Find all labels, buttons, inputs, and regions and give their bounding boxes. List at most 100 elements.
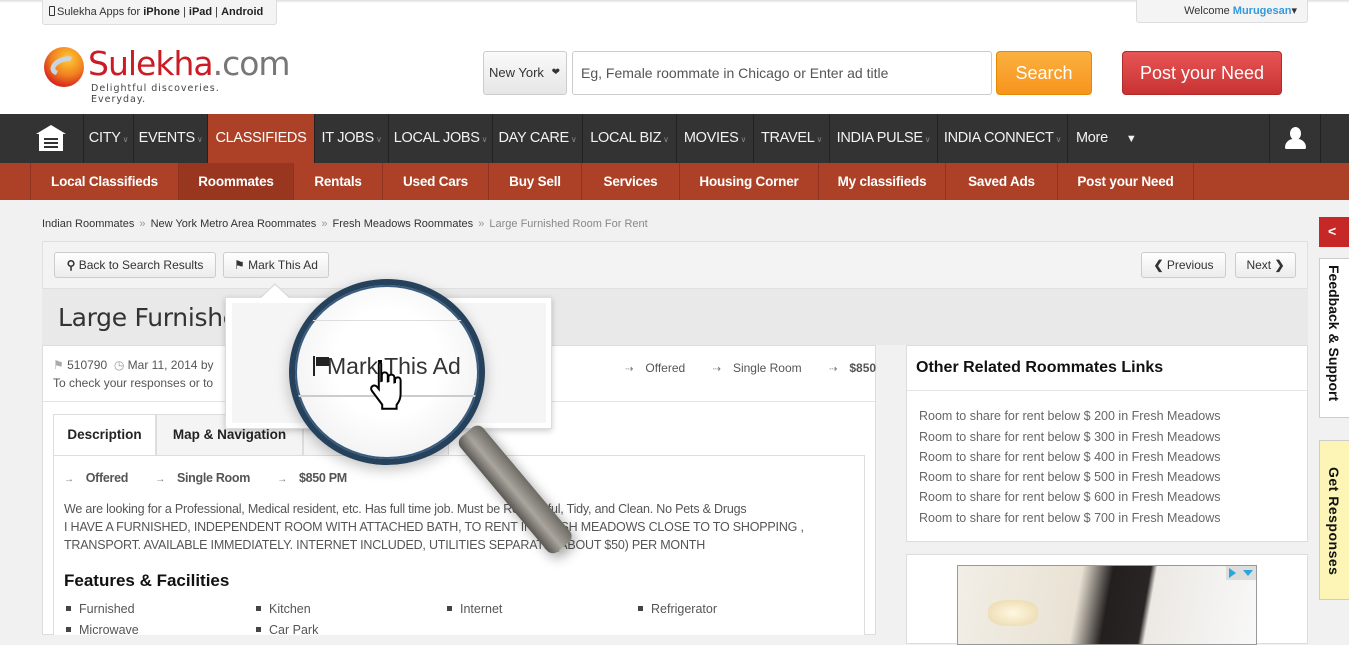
subnav-housing-corner[interactable]: Housing Corner	[679, 163, 818, 200]
bullet-icon	[447, 606, 452, 611]
nav-item-local-biz[interactable]: LOCAL BIZ ∨	[583, 114, 677, 163]
chevron-left-icon: ❮	[1153, 258, 1164, 272]
logo-mark-icon	[44, 47, 84, 87]
subnav-post-your-need[interactable]: Post your Need	[1057, 163, 1194, 200]
mark-this-ad-button[interactable]: ⚑ Mark This Ad	[223, 252, 329, 278]
chevron-down-icon: ❤	[551, 67, 560, 78]
features-heading: Features & Facilities	[64, 571, 230, 590]
chevron-down-icon: ∨	[1055, 135, 1062, 144]
clock-icon: ◷	[113, 358, 125, 372]
feature-item: Furnished	[66, 602, 135, 616]
chevron-down-icon: ∨	[570, 135, 577, 144]
related-link[interactable]: Room to share for rent below $ 700 in Fr…	[919, 511, 1221, 525]
breadcrumb-link[interactable]: Indian Roommates	[42, 218, 134, 230]
tab-description[interactable]: Description	[53, 414, 156, 456]
chevron-down-icon: ∨	[663, 135, 669, 144]
subnav-services[interactable]: Services	[581, 163, 679, 200]
flag-icon: ⚑	[234, 258, 245, 272]
subnav-my-classifieds[interactable]: My classifieds	[818, 163, 945, 200]
nav-item-more[interactable]: More ▼	[1068, 114, 1148, 163]
get-responses-tab[interactable]: Get Responses	[1319, 440, 1349, 600]
nav-item-movies[interactable]: MOVIES ∨	[677, 114, 754, 163]
chevron-down-icon: ∨	[816, 135, 823, 144]
ipad-link[interactable]: iPad	[189, 6, 212, 18]
nav-item-classifieds[interactable]: CLASSIFIEDS	[208, 114, 315, 163]
city-select[interactable]: New York ❤	[483, 51, 567, 95]
hand-cursor-icon	[370, 360, 402, 410]
nav-item-india-connect[interactable]: INDIA CONNECT ∨	[938, 114, 1068, 163]
previous-button[interactable]: ❮ Previous	[1141, 252, 1226, 278]
related-link[interactable]: Room to share for rent below $ 400 in Fr…	[919, 450, 1221, 464]
bullet-icon	[66, 627, 71, 632]
chevron-right-icon: ❯	[1274, 258, 1285, 272]
next-button[interactable]: Next ❯	[1235, 252, 1296, 278]
nav-item-city[interactable]: CITY ∨	[84, 114, 134, 163]
subnav-roommates[interactable]: Roommates	[178, 163, 293, 200]
search-button[interactable]: Search	[996, 51, 1092, 95]
sulekha-logo[interactable]: Sulekha.com Delightful discoveries. Ever…	[44, 44, 291, 105]
breadcrumb-link[interactable]: Fresh Meadows Roommates	[333, 218, 474, 230]
main-nav: CITY ∨ EVENTS ∨ CLASSIFIEDS IT JOBS ∨ LOCAL…	[0, 114, 1349, 163]
flag-icon: ⚑	[53, 358, 64, 372]
nav-item-local-jobs[interactable]: LOCAL JOBS ∨	[389, 114, 493, 163]
logo-tagline: Delightful discoveries. Everyday.	[91, 83, 220, 105]
caret-down-icon: ▼	[1125, 133, 1137, 145]
feature-item: Refrigerator	[638, 602, 717, 616]
arrow-right-icon: ⇢	[712, 364, 721, 375]
share-icon: <	[1328, 223, 1337, 239]
ad-lamp-graphic	[988, 600, 1038, 626]
subnav-buy-sell[interactable]: Buy Sell	[488, 163, 581, 200]
search-icon: ⚲	[66, 258, 76, 272]
feature-item: Internet	[447, 602, 502, 616]
arrow-right-icon: →	[155, 474, 165, 485]
related-link[interactable]: Room to share for rent below $ 500 in Fr…	[919, 470, 1221, 484]
apps-bar: Sulekha Apps for iPhone | iPad | Android	[42, 0, 277, 25]
ad-price: $850	[849, 361, 877, 375]
chevron-down-icon: ∨	[740, 135, 747, 144]
ad-title: Large Furnishe	[58, 303, 238, 332]
arrow-right-icon: →	[277, 474, 287, 485]
welcome-menu[interactable]: Welcome Murugesan▾	[1136, 0, 1308, 23]
username-link[interactable]: Murugesan	[1233, 5, 1292, 17]
home-icon[interactable]	[0, 114, 84, 163]
description-tags: → Offered → Single Room → $850 PM	[64, 471, 347, 485]
feedback-support-tab[interactable]: Feedback & Support	[1319, 258, 1349, 418]
ad-date: Mar 11, 2014	[127, 358, 198, 372]
subnav-used-cars[interactable]: Used Cars	[382, 163, 488, 200]
related-link[interactable]: Room to share for rent below $ 600 in Fr…	[919, 490, 1221, 504]
ad-meta: ⚑ 510790 ◷ Mar 11, 2014 by	[53, 358, 214, 372]
phone-icon	[49, 6, 55, 16]
arrow-right-icon: ⇢	[828, 364, 838, 375]
caret-down-icon: ▾	[1291, 5, 1297, 17]
nav-item-day-care[interactable]: DAY CARE ∨	[493, 114, 583, 163]
bullet-icon	[256, 627, 261, 632]
nav-item-it-jobs[interactable]: IT JOBS ∨	[315, 114, 389, 163]
classifieds-subnav: Local Classifieds Roommates Rentals Used…	[0, 163, 1349, 200]
nav-item-events[interactable]: EVENTS ∨	[134, 114, 208, 163]
ad-choices-icon[interactable]	[1226, 566, 1256, 580]
chevron-down-icon: ∨	[924, 135, 931, 144]
back-to-search-button[interactable]: ⚲ Back to Search Results	[54, 252, 216, 278]
nav-item-travel[interactable]: TRAVEL ∨	[754, 114, 830, 163]
subnav-saved-ads[interactable]: Saved Ads	[945, 163, 1057, 200]
chevron-down-icon: ∨	[122, 135, 129, 144]
breadcrumb-link[interactable]: New York Metro Area Roommates	[151, 218, 317, 230]
android-link[interactable]: Android	[221, 6, 263, 18]
advertisement-image[interactable]	[957, 565, 1257, 645]
ad-tags: ⇢ Offered ⇢ Single Room ⇢ $850	[625, 361, 877, 375]
post-your-need-button[interactable]: Post your Need	[1122, 51, 1282, 95]
search-input[interactable]	[572, 51, 992, 95]
arrow-right-icon: ⇢	[625, 364, 634, 375]
share-button[interactable]: <	[1319, 217, 1349, 247]
site-header: Sulekha Apps for iPhone | iPad | Android…	[0, 0, 1349, 114]
bullet-icon	[66, 606, 71, 611]
user-account-button[interactable]	[1269, 114, 1321, 163]
iphone-link[interactable]: iPhone	[143, 6, 180, 18]
breadcrumb: Indian Roommates » New York Metro Area R…	[42, 218, 648, 230]
subnav-rentals[interactable]: Rentals	[293, 163, 382, 200]
nav-item-india-pulse[interactable]: INDIA PULSE ∨	[830, 114, 938, 163]
flag-icon	[313, 356, 329, 376]
subnav-local-classifieds[interactable]: Local Classifieds	[30, 163, 178, 200]
related-link[interactable]: Room to share for rent below $ 200 in Fr…	[919, 409, 1221, 423]
related-link[interactable]: Room to share for rent below $ 300 in Fr…	[919, 430, 1221, 444]
